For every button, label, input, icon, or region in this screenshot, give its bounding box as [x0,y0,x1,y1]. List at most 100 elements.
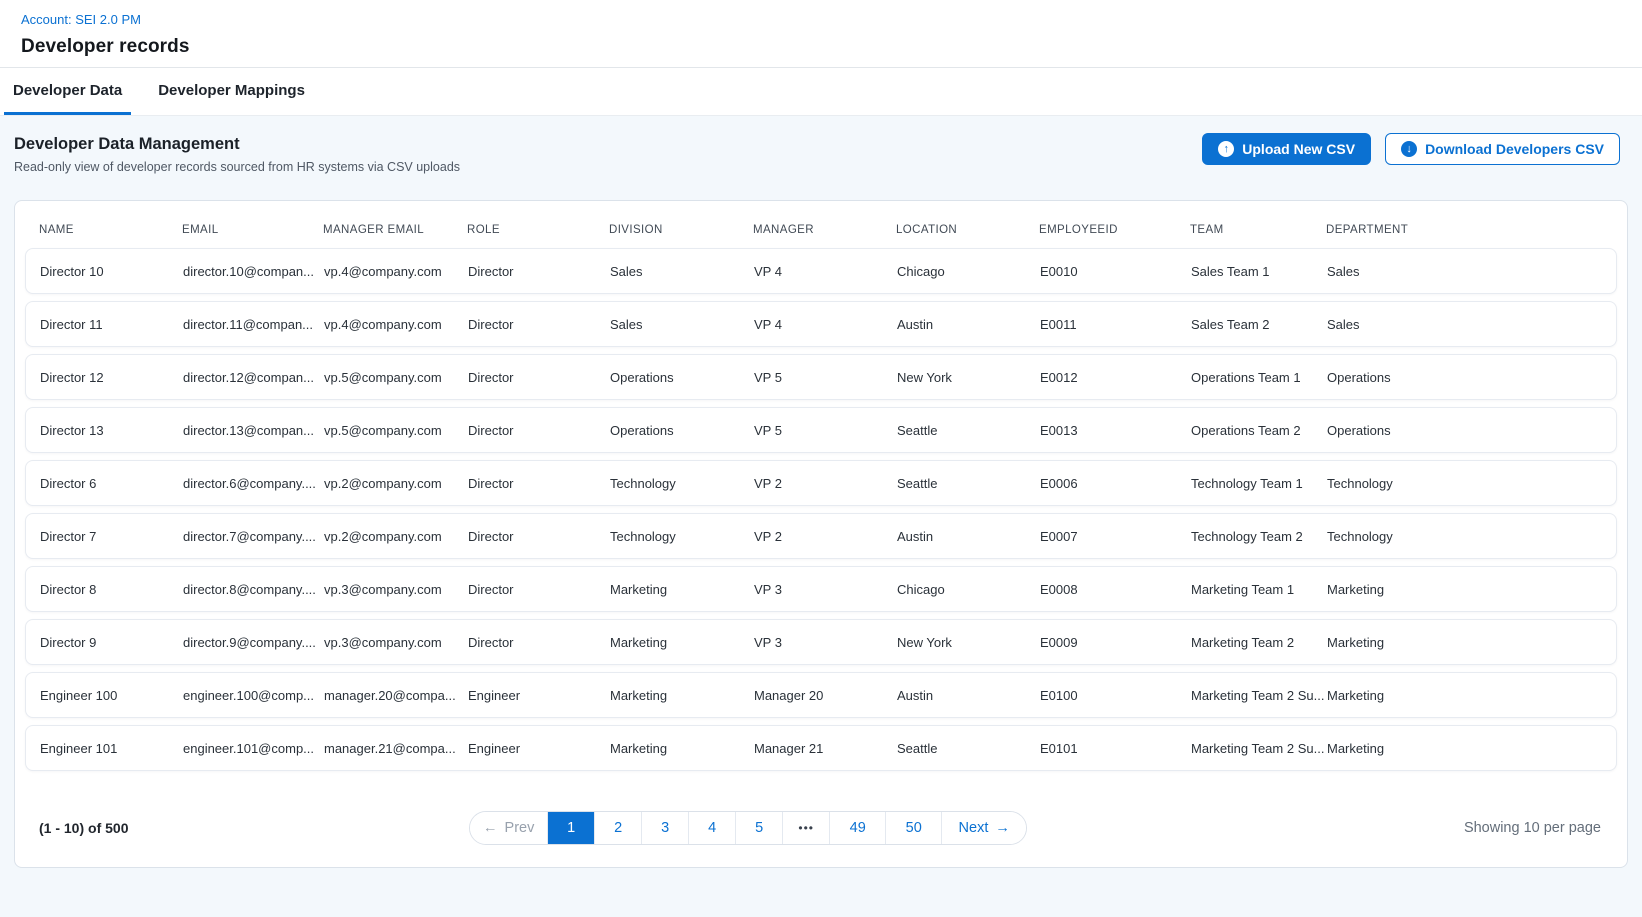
cell-location: Seattle [897,741,1040,756]
cell-manager: Manager 20 [754,688,897,703]
cell-email: director.12@compan... [183,370,324,385]
cell-employeeid: E0100 [1040,688,1191,703]
cell-manager: VP 2 [754,476,897,491]
column-header-team: TEAM [1190,224,1326,236]
cell-location: Seattle [897,476,1040,491]
page-button-49[interactable]: 49 [830,812,886,844]
cell-role: Engineer [468,688,610,703]
cell-name: Director 12 [40,370,183,385]
next-label: Next [959,820,989,836]
upload-icon: ↑ [1218,141,1234,157]
cell-manager-email: vp.4@company.com [324,317,468,332]
cell-department: Marketing [1327,635,1602,650]
account-breadcrumb-link[interactable]: Account: SEI 2.0 PM [21,12,141,27]
cell-location: Austin [897,529,1040,544]
cell-team: Sales Team 1 [1191,264,1327,279]
table-row: Director 7director.7@company....vp.2@com… [25,513,1617,559]
cell-manager-email: vp.5@company.com [324,423,468,438]
page-button-1[interactable]: 1 [548,812,595,844]
table-row: Director 12director.12@compan...vp.5@com… [25,354,1617,400]
cell-name: Director 8 [40,582,183,597]
cell-division: Sales [610,317,754,332]
column-header-role: ROLE [467,224,609,236]
cell-team: Sales Team 2 [1191,317,1327,332]
cell-team: Operations Team 1 [1191,370,1327,385]
cell-role: Director [468,423,610,438]
pagination-ellipsis: ••• [783,812,830,844]
main-content: Developer Data Management Read-only view… [0,116,1642,917]
cell-employeeid: E0013 [1040,423,1191,438]
cell-division: Technology [610,529,754,544]
cell-division: Marketing [610,688,754,703]
prev-page-button[interactable]: ← Prev [470,812,548,844]
cell-division: Marketing [610,582,754,597]
page-title: Developer records [21,36,1642,58]
cell-team: Technology Team 1 [1191,476,1327,491]
cell-email: director.9@company.... [183,635,324,650]
tab-bar: Developer Data Developer Mappings [0,68,1642,116]
cell-manager-email: manager.21@compa... [324,741,468,756]
table-row: Director 6director.6@company....vp.2@com… [25,460,1617,506]
next-page-button[interactable]: Next → [942,812,1026,844]
cell-employeeid: E0010 [1040,264,1191,279]
cell-role: Director [468,476,610,491]
cell-division: Marketing [610,741,754,756]
table-body: Director 10director.10@compan...vp.4@com… [25,248,1617,771]
cell-team: Operations Team 2 [1191,423,1327,438]
download-button-label: Download Developers CSV [1425,141,1604,157]
cell-employeeid: E0011 [1040,317,1191,332]
cell-employeeid: E0008 [1040,582,1191,597]
pagination: ← Prev 12345•••4950 Next → [469,811,1027,845]
cell-role: Director [468,370,610,385]
cell-name: Director 7 [40,529,183,544]
cell-department: Marketing [1327,741,1602,756]
cell-name: Engineer 101 [40,741,183,756]
column-header-email: EMAIL [182,224,323,236]
table-row: Engineer 100engineer.100@comp...manager.… [25,672,1617,718]
cell-department: Sales [1327,264,1602,279]
page-button-5[interactable]: 5 [736,812,783,844]
page-button-3[interactable]: 3 [642,812,689,844]
page-button-4[interactable]: 4 [689,812,736,844]
csv-actions: ↑ Upload New CSV ↓ Download Developers C… [1202,133,1620,165]
cell-name: Engineer 100 [40,688,183,703]
cell-employeeid: E0007 [1040,529,1191,544]
cell-location: Austin [897,688,1040,703]
column-header-division: DIVISION [609,224,753,236]
cell-division: Operations [610,370,754,385]
section-subtitle: Read-only view of developer records sour… [14,160,460,174]
download-developers-csv-button[interactable]: ↓ Download Developers CSV [1385,133,1620,165]
cell-email: director.10@compan... [183,264,324,279]
cell-manager: VP 3 [754,582,897,597]
page-button-50[interactable]: 50 [886,812,942,844]
cell-manager-email: manager.20@compa... [324,688,468,703]
cell-employeeid: E0009 [1040,635,1191,650]
upload-new-csv-button[interactable]: ↑ Upload New CSV [1202,133,1371,165]
column-header-manager-email: MANAGER EMAIL [323,224,467,236]
cell-name: Director 10 [40,264,183,279]
tab-developer-data[interactable]: Developer Data [4,68,131,115]
cell-manager-email: vp.4@company.com [324,264,468,279]
table-row: Director 8director.8@company....vp.3@com… [25,566,1617,612]
upload-button-label: Upload New CSV [1242,141,1355,157]
cell-name: Director 9 [40,635,183,650]
column-header-name: NAME [39,224,182,236]
tab-developer-mappings[interactable]: Developer Mappings [149,68,314,115]
cell-location: Chicago [897,264,1040,279]
cell-email: director.6@company.... [183,476,324,491]
page-button-2[interactable]: 2 [595,812,642,844]
cell-role: Director [468,529,610,544]
table-row: Engineer 101engineer.101@comp...manager.… [25,725,1617,771]
cell-team: Marketing Team 2 Su... [1191,688,1327,703]
page-header: Account: SEI 2.0 PM Developer records [0,0,1642,68]
next-arrow-icon: → [995,820,1010,836]
table-header-row: NAMEEMAILMANAGER EMAILROLEDIVISIONMANAGE… [25,211,1617,248]
pagination-wrap: ← Prev 12345•••4950 Next → [128,811,1463,845]
cell-manager-email: vp.3@company.com [324,635,468,650]
cell-manager: VP 4 [754,264,897,279]
cell-employeeid: E0006 [1040,476,1191,491]
cell-email: director.11@compan... [183,317,324,332]
cell-division: Technology [610,476,754,491]
cell-role: Director [468,582,610,597]
cell-name: Director 6 [40,476,183,491]
